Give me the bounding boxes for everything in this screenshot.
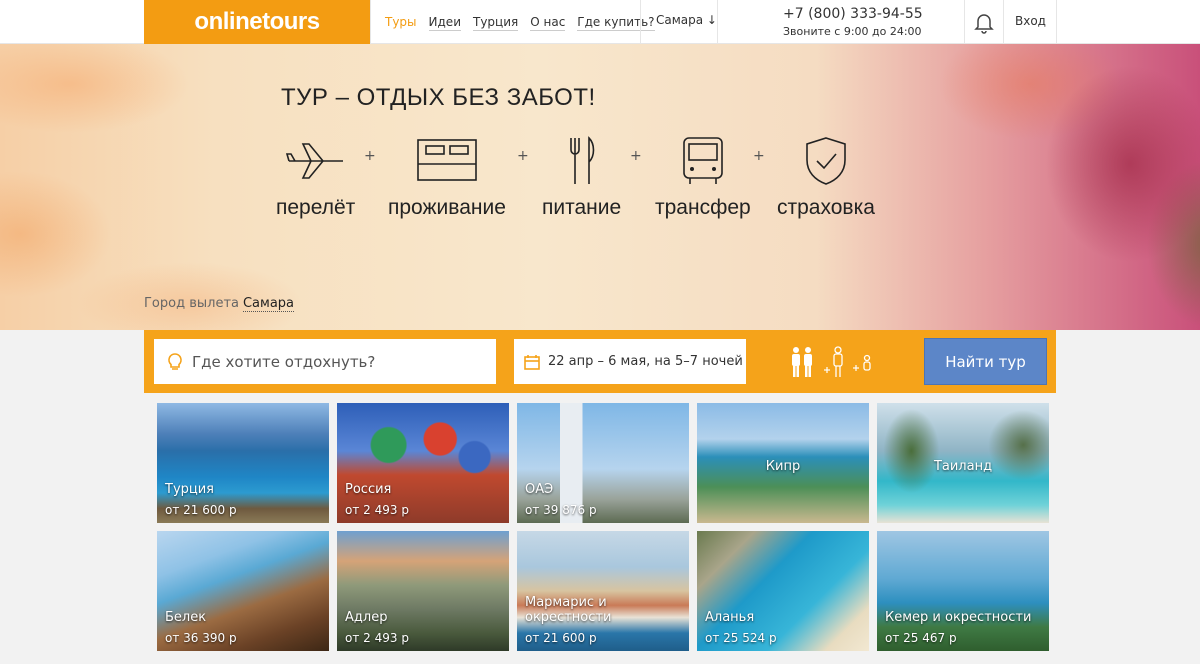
feature-meals: питание [542, 136, 621, 220]
plus-sign: + [517, 148, 529, 164]
feature-transfer: трансфер [655, 136, 751, 220]
search-bar: Где хотите отдохнуть? 22 апр – 6 мая, на… [144, 330, 1056, 393]
feature-accommodation: проживание [388, 136, 506, 220]
destination-card[interactable]: Белек от 36 390 р [157, 531, 329, 651]
phone-number[interactable]: +7 (800) 333-94-55 [783, 6, 923, 22]
tourists-selector-icon[interactable] [790, 346, 880, 378]
departure-city: Город вылета Самара [144, 296, 295, 312]
hero-title: ТУР – ОТДЫХ БЕЗ ЗАБОТ! [281, 84, 596, 111]
bell-icon[interactable] [972, 10, 996, 34]
feature-flight: перелёт [276, 136, 355, 220]
main-nav: Туры Идеи Турция О нас Где купить? [385, 0, 655, 44]
divider [640, 0, 641, 44]
departure-city-link[interactable]: Самара [242, 296, 295, 312]
divider [1003, 0, 1004, 44]
divider [717, 0, 718, 44]
nav-turkey[interactable]: Турция [473, 14, 519, 31]
destination-card[interactable]: Россия от 2 493 р [337, 403, 509, 523]
palm-decoration-right [880, 44, 1200, 330]
feature-insurance: страховка [777, 136, 875, 220]
shield-check-icon [806, 137, 846, 185]
nav-where-to-buy[interactable]: Где купить? [577, 14, 655, 31]
dates-input[interactable]: 22 апр – 6 мая, на 5–7 ночей [514, 339, 746, 384]
cutlery-icon [569, 136, 594, 184]
destination-card[interactable]: Турция от 21 600 р [157, 403, 329, 523]
logo[interactable]: onlinetours [144, 0, 370, 44]
destination-card[interactable]: ОАЭ от 39 876 р [517, 403, 689, 523]
destination-input[interactable]: Где хотите отдохнуть? [154, 339, 496, 384]
nav-ideas[interactable]: Идеи [428, 14, 461, 31]
bed-icon [417, 139, 477, 181]
lightbulb-icon [168, 352, 182, 370]
call-hours: Звоните с 9:00 до 24:00 [783, 25, 922, 38]
destination-card[interactable]: Адлер от 2 493 р [337, 531, 509, 651]
find-tour-button[interactable]: Найти тур [924, 338, 1047, 385]
bus-icon [683, 137, 723, 184]
airplane-icon [285, 143, 343, 179]
calendar-icon [524, 354, 540, 370]
plus-sign: + [364, 148, 376, 164]
destination-card[interactable]: Аланья от 25 524 р [697, 531, 869, 651]
login-link[interactable]: Вход [1015, 14, 1046, 28]
city-selector[interactable]: Самара ↓ [656, 13, 717, 27]
destination-card[interactable]: Кипр [697, 403, 869, 523]
destinations-grid: Турция от 21 600 р Россия от 2 493 р ОАЭ… [157, 403, 1049, 651]
site-header: onlinetours Туры Идеи Турция О нас Где к… [0, 0, 1200, 44]
nav-tours[interactable]: Туры [385, 14, 417, 30]
divider [964, 0, 965, 44]
divider [370, 0, 371, 44]
plus-sign: + [630, 148, 642, 164]
hero-banner: ТУР – ОТДЫХ БЕЗ ЗАБОТ! перелёт + прожива… [0, 44, 1200, 330]
palm-decoration-left [0, 44, 320, 330]
destination-card[interactable]: Таиланд [877, 403, 1049, 523]
destination-card[interactable]: Кемер и окрестности от 25 467 р [877, 531, 1049, 651]
plus-sign: + [753, 148, 765, 164]
destination-card[interactable]: Мармарис и окрестности от 21 600 р [517, 531, 689, 651]
nav-about[interactable]: О нас [530, 14, 566, 31]
divider [1056, 0, 1057, 44]
